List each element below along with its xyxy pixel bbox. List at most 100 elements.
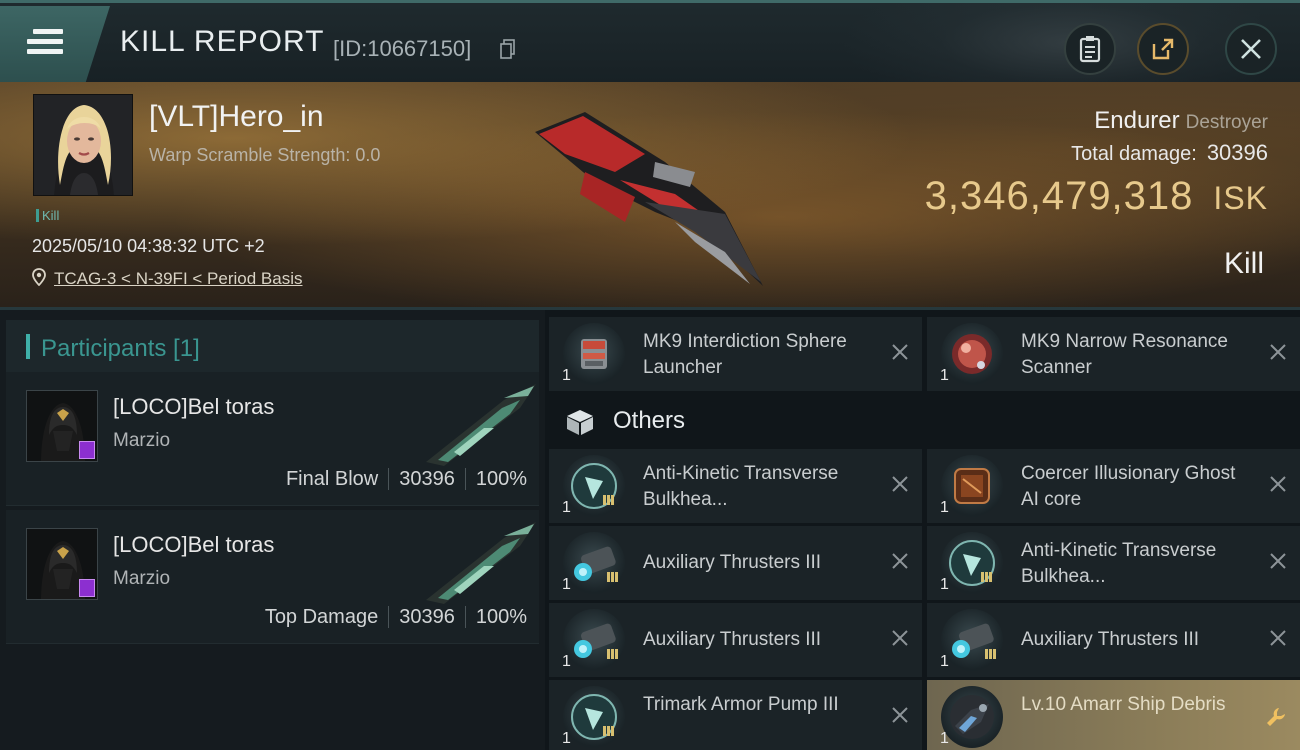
participant-stats: Top Damage 30396 100% xyxy=(265,606,527,629)
scanner-icon xyxy=(941,323,1003,385)
participant-role: Top Damage xyxy=(264,606,379,628)
total-damage: Total damage: 30396 xyxy=(1071,140,1268,166)
destroyed-x-icon xyxy=(1270,630,1286,646)
ai-core-icon xyxy=(941,455,1003,517)
location-pin-icon xyxy=(32,268,46,286)
module-item[interactable]: 1 Anti-Kinetic Transverse Bulkhea... xyxy=(549,449,922,523)
destroyed-x-icon xyxy=(1270,553,1286,569)
thruster-icon xyxy=(563,609,625,671)
participant-avatar[interactable] xyxy=(26,528,98,600)
destroyed-x-icon xyxy=(892,344,908,360)
victim-name[interactable]: [VLT]Hero_in xyxy=(149,100,324,134)
participants-panel: Participants [1] [LOCO]Bel toras Marzio … xyxy=(0,307,545,750)
destroyed-x-icon xyxy=(1270,476,1286,492)
warp-scramble-strength: Warp Scramble Strength: 0.0 xyxy=(149,145,381,165)
others-label: Others xyxy=(613,407,686,434)
module-name: MK9 Interdiction Sphere Launcher xyxy=(643,331,847,378)
participant-damage: 30396 xyxy=(399,606,455,628)
close-button[interactable] xyxy=(1225,23,1277,75)
clipboard-icon xyxy=(1079,36,1101,63)
participant-ship: Marzio xyxy=(113,430,171,451)
participants-header[interactable]: Participants [1] xyxy=(6,320,539,374)
participant-row[interactable]: [LOCO]Bel toras Marzio Top Damage 30396 … xyxy=(6,510,539,644)
module-name: Auxiliary Thrusters III xyxy=(1021,629,1200,650)
module-item[interactable]: 1 Coercer Illusionary Ghost AI core xyxy=(927,449,1300,523)
thruster-icon xyxy=(941,609,1003,671)
module-item[interactable]: 1 Anti-Kinetic Transverse Bulkhea... xyxy=(927,526,1300,600)
module-qty: 1 xyxy=(562,367,571,384)
module-qty: 1 xyxy=(940,576,949,593)
participant-role: Final Blow xyxy=(285,468,379,490)
ship-name[interactable]: Endurer xyxy=(1094,107,1179,134)
faction-badge-icon xyxy=(79,579,95,597)
isk-value: 3,346,479,318 ISK xyxy=(925,174,1268,219)
module-item[interactable]: 1 MK9 Interdiction Sphere Launcher xyxy=(549,317,922,391)
menu-button[interactable] xyxy=(0,6,110,82)
module-name: Auxiliary Thrusters III xyxy=(643,552,822,573)
module-qty: 1 xyxy=(562,730,571,747)
character-portrait-icon xyxy=(34,95,132,195)
destroyer-ship-icon xyxy=(535,112,763,286)
module-qty: 1 xyxy=(940,730,949,747)
cargo-box-icon xyxy=(567,410,593,435)
module-item[interactable]: 1 Auxiliary Thrusters III xyxy=(549,603,922,677)
debris-icon xyxy=(941,686,1003,748)
rig-icon xyxy=(563,455,625,517)
kill-datetime: 2025/05/10 04:38:32 UTC +2 xyxy=(32,236,265,256)
kill-tag: Kill xyxy=(36,208,59,223)
ship-type: Endurer Destroyer xyxy=(1094,107,1268,135)
participant-ship-icon xyxy=(426,522,536,604)
wrench-icon[interactable] xyxy=(1265,706,1287,728)
faction-badge-icon xyxy=(79,441,95,459)
clipboard-button[interactable] xyxy=(1064,23,1116,75)
module-item[interactable]: 1 Auxiliary Thrusters III xyxy=(549,526,922,600)
participant-row[interactable]: [LOCO]Bel toras Marzio Final Blow 30396 … xyxy=(6,372,539,506)
participant-percent: 100% xyxy=(475,606,527,628)
module-qty: 1 xyxy=(562,576,571,593)
ship-class: Destroyer xyxy=(1185,112,1268,133)
close-icon xyxy=(1241,39,1261,59)
module-qty: 1 xyxy=(562,653,571,670)
total-damage-value: 30396 xyxy=(1206,140,1268,165)
total-damage-label: Total damage: xyxy=(1071,143,1197,165)
participant-avatar[interactable] xyxy=(26,390,98,462)
module-name: MK9 Narrow Resonance Scanner xyxy=(1021,331,1228,378)
header-bar: KILL REPORT [ID:10667150] xyxy=(0,0,1300,82)
participant-damage: 30396 xyxy=(399,468,455,490)
page-title: KILL REPORT xyxy=(120,25,325,58)
kill-location-link[interactable]: TCAG-3 < N-39FI < Period Basis xyxy=(54,269,302,289)
kill-result: Kill xyxy=(1223,247,1264,280)
hamburger-menu-icon xyxy=(27,29,63,59)
rig-icon xyxy=(563,686,625,748)
module-item[interactable]: 1 Trimark Armor Pump III xyxy=(549,680,922,750)
launcher-icon xyxy=(563,323,625,385)
module-qty: 1 xyxy=(562,499,571,516)
module-name: Trimark Armor Pump III xyxy=(643,694,839,715)
share-button[interactable] xyxy=(1137,23,1189,75)
module-name: Auxiliary Thrusters III xyxy=(643,629,822,650)
participant-name[interactable]: [LOCO]Bel toras xyxy=(113,532,274,558)
module-qty: 1 xyxy=(940,653,949,670)
victim-portrait[interactable] xyxy=(33,94,133,196)
report-id: [ID:10667150] xyxy=(333,36,472,61)
participant-ship: Marzio xyxy=(113,568,171,589)
thruster-icon xyxy=(563,532,625,594)
module-item-highlighted[interactable]: 1 Lv.10 Amarr Ship Debris xyxy=(927,680,1300,750)
module-name: Coercer Illusionary Ghost AI core xyxy=(1021,463,1236,510)
isk-amount: 3,346,479,318 xyxy=(924,174,1194,218)
destroyed-x-icon xyxy=(892,553,908,569)
module-item[interactable]: 1 Auxiliary Thrusters III xyxy=(927,603,1300,677)
destroyed-x-icon xyxy=(892,630,908,646)
module-qty: 1 xyxy=(940,499,949,516)
destroyed-x-icon xyxy=(892,707,908,723)
participant-stats: Final Blow 30396 100% xyxy=(286,468,527,491)
module-item[interactable]: 1 MK9 Narrow Resonance Scanner xyxy=(927,317,1300,391)
participant-name[interactable]: [LOCO]Bel toras xyxy=(113,394,274,420)
victim-banner: [VLT]Hero_in Warp Scramble Strength: 0.0… xyxy=(0,82,1300,307)
participants-title: Participants [1] xyxy=(41,335,200,362)
module-name: Lv.10 Amarr Ship Debris xyxy=(1021,694,1226,715)
others-section-header: Others xyxy=(545,397,1300,447)
module-name: Anti-Kinetic Transverse Bulkhea... xyxy=(643,463,839,510)
copy-icon[interactable] xyxy=(500,39,516,59)
participant-percent: 100% xyxy=(475,468,527,490)
